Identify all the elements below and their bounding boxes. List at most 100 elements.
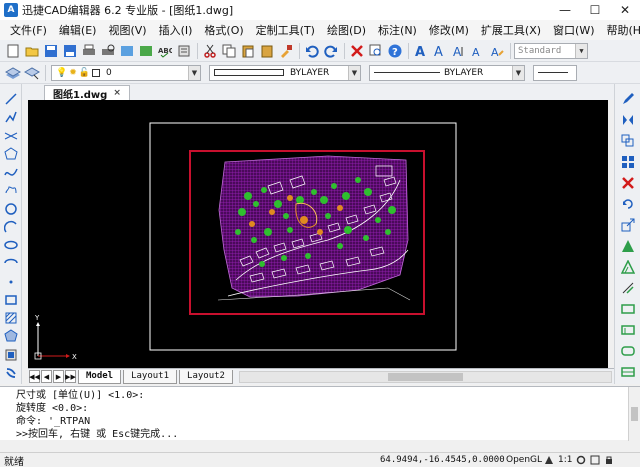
array-icon[interactable] <box>619 153 637 170</box>
drawing-canvas[interactable]: Y X <box>28 100 614 368</box>
scrollbar-thumb[interactable] <box>631 407 638 421</box>
menu-format[interactable]: 格式(O) <box>198 20 249 40</box>
block-icon[interactable] <box>2 348 20 362</box>
layer-manager-icon[interactable] <box>4 64 22 82</box>
scale-icon[interactable] <box>619 216 637 233</box>
tab-layout2[interactable]: Layout2 <box>179 369 233 384</box>
save-icon[interactable] <box>42 42 60 60</box>
menu-help[interactable]: 帮助(H) <box>601 20 640 40</box>
chevron-down-icon[interactable]: ▼ <box>575 43 587 58</box>
spline-icon[interactable] <box>2 165 20 179</box>
copy-object-icon[interactable] <box>619 132 637 149</box>
text-align-icon[interactable]: A <box>450 42 468 60</box>
menu-dimension[interactable]: 标注(N) <box>372 20 423 40</box>
ellipse-icon[interactable] <box>2 238 20 252</box>
command-prompt[interactable]: >>按回车, 右键 或 Esc键完成... <box>0 428 640 441</box>
multiline-text-icon[interactable]: A <box>431 42 449 60</box>
mirror-icon[interactable] <box>619 111 637 128</box>
layer-previous-icon[interactable] <box>23 64 41 82</box>
line-icon[interactable] <box>2 92 20 106</box>
match-properties-icon[interactable] <box>277 42 295 60</box>
menu-extended-tools[interactable]: 扩展工具(X) <box>475 20 547 40</box>
rotate-icon[interactable] <box>619 195 637 212</box>
settings-icon[interactable] <box>576 455 586 465</box>
menu-draw[interactable]: 绘图(D) <box>321 20 372 40</box>
vertical-scrollbar[interactable] <box>608 100 614 368</box>
scrollbar-thumb[interactable] <box>388 372 463 381</box>
new-file-icon[interactable] <box>4 42 22 60</box>
rectangle-icon[interactable] <box>2 293 20 307</box>
workspace-icon[interactable] <box>590 455 600 465</box>
undo-icon[interactable] <box>303 42 321 60</box>
menu-modify[interactable]: 修改(M) <box>423 20 475 40</box>
command-scrollbar[interactable] <box>628 387 640 441</box>
construction-line-icon[interactable] <box>2 129 20 143</box>
linetype-select[interactable]: BYLAYER ▼ <box>369 64 525 81</box>
find-icon[interactable] <box>367 42 385 60</box>
renderer-label[interactable]: OpenGL <box>506 455 544 465</box>
annotation-scale-icon[interactable] <box>544 455 554 465</box>
arc-icon[interactable] <box>2 220 20 234</box>
break-icon[interactable] <box>619 300 637 317</box>
close-icon[interactable]: × <box>113 88 121 98</box>
chevron-down-icon[interactable]: ▼ <box>512 65 524 80</box>
menu-insert[interactable]: 插入(I) <box>153 20 199 40</box>
extend-icon[interactable] <box>619 279 637 296</box>
help-icon[interactable]: ? <box>386 42 404 60</box>
paste-special-icon[interactable] <box>258 42 276 60</box>
redo-icon[interactable] <box>322 42 340 60</box>
text-style-icon[interactable]: A <box>412 42 430 60</box>
polygon-icon[interactable] <box>2 147 20 161</box>
menu-edit[interactable]: 编辑(E) <box>53 20 103 40</box>
ellipse-arc-icon[interactable] <box>2 256 20 270</box>
save-as-icon[interactable] <box>61 42 79 60</box>
cut-icon[interactable] <box>201 42 219 60</box>
chamfer-icon[interactable] <box>619 321 637 338</box>
close-button[interactable]: ✕ <box>610 0 640 20</box>
point-icon[interactable] <box>2 275 20 289</box>
explode-icon[interactable] <box>619 363 637 380</box>
first-layout-icon[interactable]: ◀◀ <box>29 370 40 383</box>
tab-model[interactable]: Model <box>78 369 122 384</box>
color-select[interactable]: BYLAYER ▼ <box>209 64 361 81</box>
menu-custom-tools[interactable]: 定制工具(T) <box>250 20 321 40</box>
maximize-button[interactable]: ☐ <box>580 0 610 20</box>
tab-layout1[interactable]: Layout1 <box>123 369 178 384</box>
open-folder-icon[interactable] <box>23 42 41 60</box>
last-layout-icon[interactable]: ▶▶ <box>65 370 76 383</box>
hatch-icon[interactable] <box>2 311 20 325</box>
spell-check-icon[interactable]: ABC <box>156 42 174 60</box>
menu-file[interactable]: 文件(F) <box>4 20 53 40</box>
document-tab[interactable]: 图纸1.dwg × <box>44 85 130 101</box>
chevron-down-icon[interactable]: ▼ <box>348 65 360 80</box>
minimize-button[interactable]: — <box>550 0 580 20</box>
properties-icon[interactable] <box>175 42 193 60</box>
print-icon[interactable] <box>80 42 98 60</box>
annotation-scale[interactable]: 1:1 <box>558 455 572 465</box>
lock-icon[interactable] <box>604 455 614 465</box>
polyline-icon[interactable] <box>2 110 20 124</box>
menu-view[interactable]: 视图(V) <box>102 20 152 40</box>
region-icon[interactable] <box>2 329 20 343</box>
pan-icon[interactable] <box>2 366 20 380</box>
text-edit-icon[interactable]: A <box>488 42 506 60</box>
revision-cloud-icon[interactable] <box>2 183 20 197</box>
print-preview-icon[interactable] <box>99 42 117 60</box>
fillet-icon[interactable] <box>619 342 637 359</box>
next-layout-icon[interactable]: ▶ <box>53 370 64 383</box>
layer-select[interactable]: 💡 ✹ 🔓 0 ▼ <box>51 64 201 81</box>
horizontal-scrollbar[interactable] <box>238 370 612 383</box>
stretch-icon[interactable] <box>619 237 637 254</box>
menu-window[interactable]: 窗口(W) <box>547 20 600 40</box>
chevron-down-icon[interactable]: ▼ <box>188 65 200 80</box>
paste-icon[interactable] <box>239 42 257 60</box>
edit-icon[interactable] <box>619 90 637 107</box>
lineweight-select[interactable] <box>533 64 577 81</box>
publish-icon[interactable] <box>118 42 136 60</box>
command-window[interactable]: 尺寸或 [单位(U)] <1.0>: 旋转度 <0.0>: 命令: '_RTPA… <box>0 386 640 441</box>
trim-icon[interactable] <box>619 258 637 275</box>
copy-icon[interactable] <box>220 42 238 60</box>
prev-layout-icon[interactable]: ◀ <box>41 370 52 383</box>
delete-icon[interactable] <box>619 174 637 191</box>
text-scale-icon[interactable]: A <box>469 42 487 60</box>
